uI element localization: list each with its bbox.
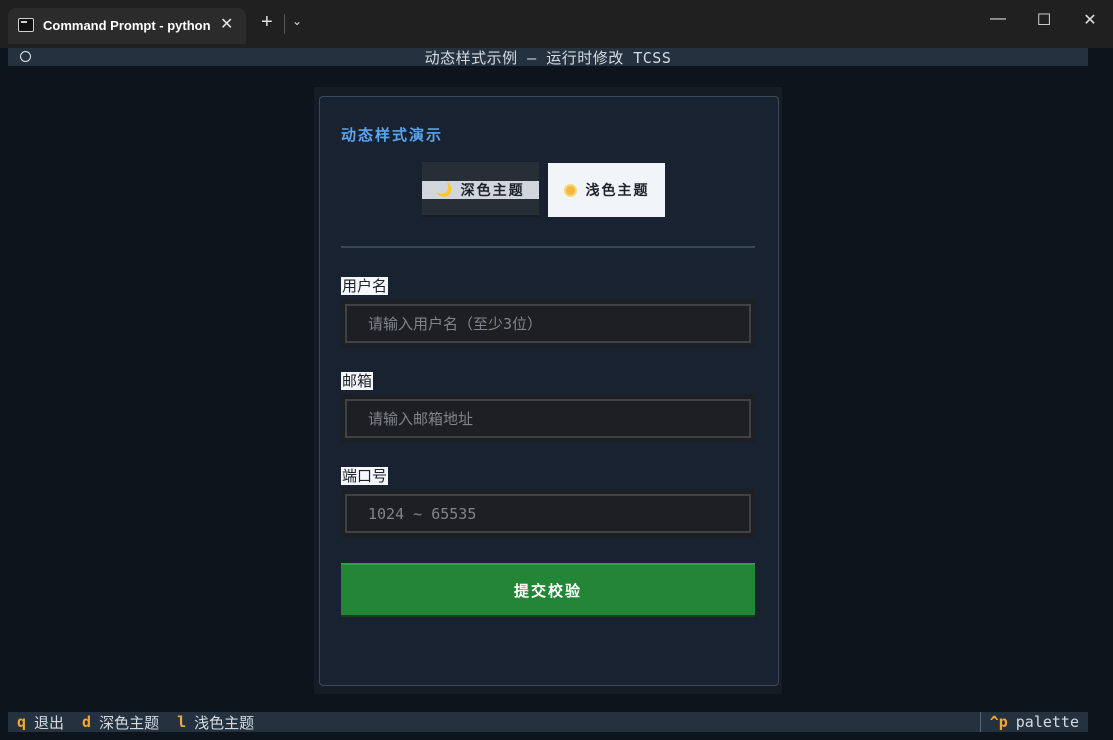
moon-icon: 🌙 [436, 182, 455, 198]
email-field-wrap [341, 394, 755, 443]
email-label: 邮箱 [341, 372, 374, 390]
app-header: 动态样式示例 — 运行时修改 TCSS [8, 48, 1088, 67]
port-field-wrap [341, 489, 755, 538]
light-theme-label: 浅色主题 [585, 183, 650, 199]
sun-icon [563, 183, 577, 197]
footer-bindings: q 退出 d 深色主题 l 浅色主题 ^p palette [8, 712, 1088, 732]
tab-close-icon[interactable]: ✕ [220, 14, 233, 34]
binding-key: q [17, 713, 27, 731]
binding-label: 浅色主题 [194, 713, 255, 732]
dark-theme-label: 深色主题 [460, 183, 525, 199]
port-label: 端口号 [341, 467, 389, 485]
binding-label: 深色主题 [99, 713, 160, 732]
divider [341, 246, 755, 248]
app-title: 动态样式示例 — 运行时修改 TCSS [424, 48, 672, 67]
binding-light-theme[interactable]: l 浅色主题 [177, 712, 254, 733]
username-input[interactable] [345, 304, 751, 343]
binding-key: l [177, 713, 187, 731]
circle-icon[interactable] [20, 51, 31, 62]
submit-button[interactable]: 提交校验 [341, 563, 755, 617]
dark-theme-button-face[interactable]: 🌙 深色主题 [422, 181, 539, 199]
window-close-icon[interactable]: ✕ [1078, 10, 1102, 30]
binding-key: ^p [989, 713, 1008, 731]
window-titlebar: Command Prompt - python r ✕ + ⌄ — ☐ ✕ [0, 0, 1113, 48]
light-theme-button[interactable]: 浅色主题 [548, 163, 665, 217]
binding-dark-theme[interactable]: d 深色主题 [82, 712, 159, 733]
tab-separator [284, 14, 285, 34]
username-field-wrap [341, 299, 755, 348]
card-title: 动态样式演示 [341, 126, 444, 144]
terminal-tab[interactable]: Command Prompt - python r ✕ [8, 8, 246, 44]
terminal-icon [18, 18, 34, 32]
tab-title: Command Prompt - python r [43, 18, 211, 33]
command-palette-binding[interactable]: ^p palette [979, 712, 1088, 732]
dark-theme-button[interactable]: 🌙 深色主题 [422, 162, 539, 217]
email-input[interactable] [345, 399, 751, 438]
minimize-icon[interactable]: — [986, 10, 1010, 28]
port-input[interactable] [345, 494, 751, 533]
new-tab-icon[interactable]: + [261, 12, 273, 32]
binding-label: 退出 [34, 713, 65, 732]
maximize-icon[interactable]: ☐ [1032, 10, 1056, 30]
binding-label: palette [1015, 713, 1079, 731]
binding-key: d [82, 713, 92, 731]
chevron-down-icon[interactable]: ⌄ [292, 14, 302, 28]
username-label: 用户名 [341, 277, 389, 295]
binding-quit[interactable]: q 退出 [17, 712, 64, 733]
